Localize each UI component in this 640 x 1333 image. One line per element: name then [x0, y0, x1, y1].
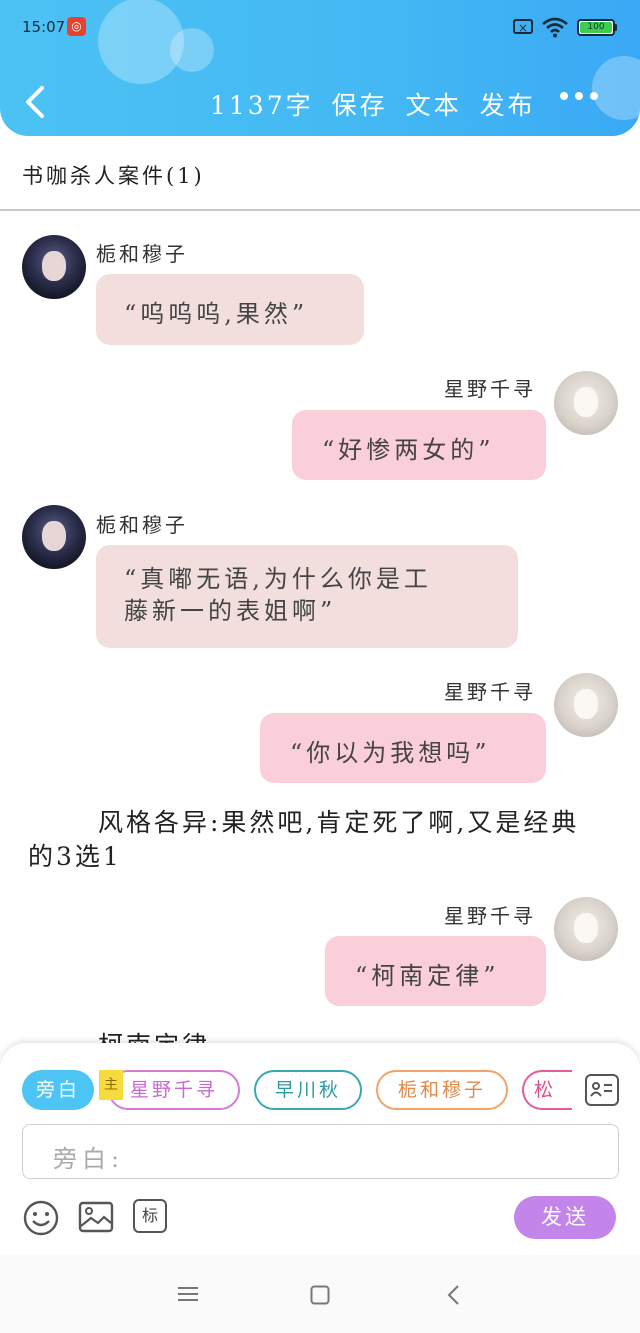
speaker-name: 星野千寻 [444, 904, 536, 928]
avatar-hoshino-chihiro[interactable] [554, 673, 618, 737]
decor-bubble [592, 56, 640, 120]
nav-back-icon[interactable] [446, 1284, 460, 1306]
speaker-name: 栀和穆子 [96, 242, 188, 266]
avatar-hoshino-chihiro[interactable] [554, 371, 618, 435]
role-chip-hoshino-chihiro[interactable]: 星野千寻 [108, 1070, 240, 1110]
chat-bubble[interactable]: “呜呜呜,果然” [96, 274, 364, 345]
emoji-icon[interactable] [22, 1199, 60, 1237]
main-role-tag: 主 [99, 1070, 123, 1100]
netease-music-icon: ◎ [67, 17, 86, 36]
chat-text-line: 藤新一的表姐啊” [124, 597, 337, 625]
chat-text: “呜呜呜,果然” [124, 300, 309, 328]
divider [0, 209, 640, 211]
battery-nub [614, 24, 617, 31]
save-button[interactable]: 保存 [332, 86, 388, 122]
chat-text: “柯南定律” [355, 962, 500, 990]
role-chip-partial[interactable]: 松 [522, 1070, 572, 1110]
message-input[interactable]: 旁白: [22, 1124, 619, 1179]
avatar-zhihe-muzi[interactable] [22, 505, 86, 569]
chat-text: “你以为我想吗” [290, 739, 491, 767]
back-button[interactable] [22, 84, 50, 120]
input-placeholder: 旁白: [53, 1145, 125, 1173]
role-chip-zhihe-muzi[interactable]: 栀和穆子 [376, 1070, 508, 1110]
no-sim-icon: × [513, 19, 533, 35]
speaker-name: 星野千寻 [444, 680, 536, 704]
header-toolbar: 1137字 保存 文本 发布 [210, 86, 536, 122]
chat-bubble[interactable]: “你以为我想吗” [260, 713, 546, 783]
tag-button[interactable]: 标 [133, 1199, 167, 1233]
text-button[interactable]: 文本 [406, 86, 462, 122]
send-button[interactable]: 发送 [514, 1196, 616, 1239]
more-options-button[interactable] [560, 92, 598, 100]
narration-text[interactable]: 风格各异:果然吧,肯定死了啊,又是经典的3选1 [28, 806, 598, 874]
speaker-name: 栀和穆子 [96, 513, 188, 537]
battery-level: 100 [587, 22, 605, 32]
speaker-name: 星野千寻 [444, 377, 536, 401]
role-chip-narrator[interactable]: 旁白 [22, 1070, 94, 1110]
avatar-zhihe-muzi[interactable] [22, 235, 86, 299]
chat-bubble[interactable]: “好惨两女的” [292, 410, 546, 480]
menu-icon[interactable] [178, 1286, 198, 1302]
role-chip-hayakawa-aki[interactable]: 早川秋 [254, 1070, 362, 1110]
top-header: 15:07 ◎ × 100 1137字 保存 文本 发布 [0, 0, 640, 136]
word-count: 1137字 [210, 91, 314, 120]
role-list-icon[interactable] [585, 1074, 619, 1106]
chat-text: “好惨两女的” [322, 436, 495, 464]
avatar-hoshino-chihiro[interactable] [554, 897, 618, 961]
document-title: 书咖杀人案件(1) [22, 164, 205, 188]
wifi-icon [542, 17, 568, 38]
home-icon[interactable] [310, 1285, 330, 1305]
chat-text-line: “真嘟无语,为什么你是工 [124, 565, 432, 593]
publish-button[interactable]: 发布 [480, 86, 536, 122]
decor-bubble [170, 28, 214, 72]
chat-bubble[interactable]: “柯南定律” [325, 936, 546, 1006]
system-nav-bar [0, 1255, 640, 1333]
chat-bubble[interactable]: “真嘟无语,为什么你是工 藤新一的表姐啊” [96, 545, 518, 648]
image-icon[interactable] [78, 1199, 114, 1235]
battery-icon: 100 [577, 19, 615, 36]
status-time: 15:07 [22, 18, 66, 36]
